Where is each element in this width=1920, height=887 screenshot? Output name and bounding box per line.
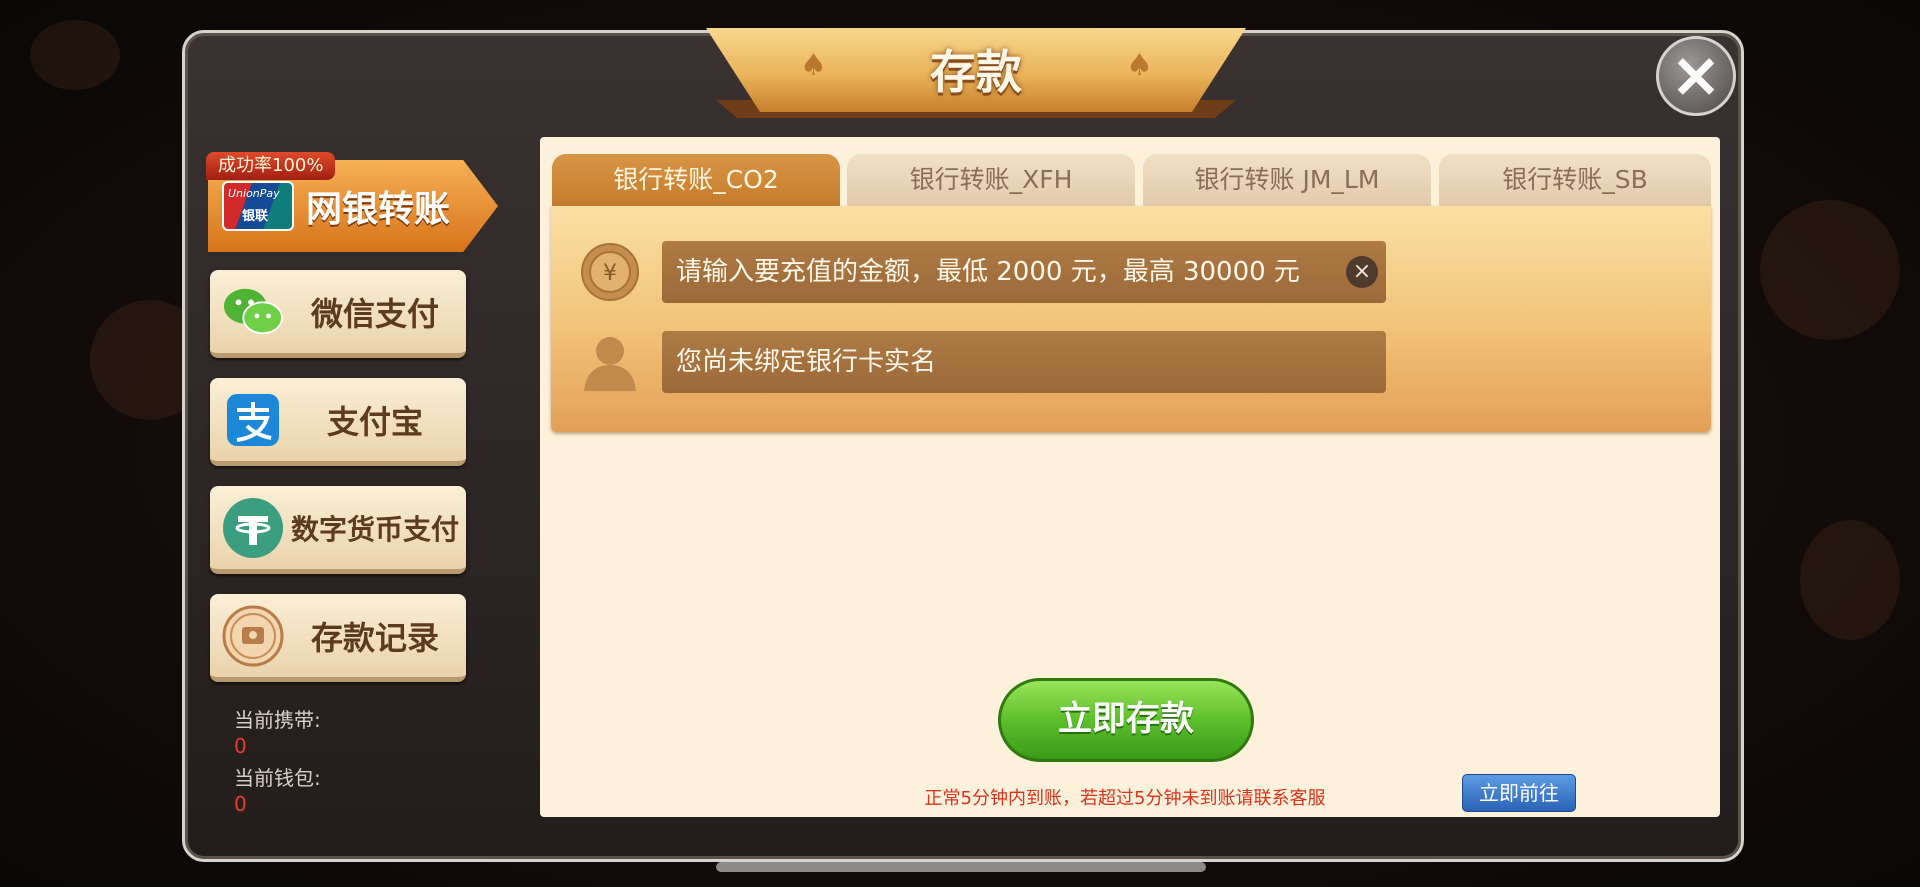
clear-icon[interactable]: ×	[1346, 256, 1378, 288]
tab-bank-transfer-co2[interactable]: 银行转账_CO2	[552, 154, 840, 206]
yen-coin-icon: ¥	[580, 242, 640, 306]
sidebar-item-label: 微信支付	[310, 294, 439, 333]
user-icon	[580, 333, 640, 395]
wechat-icon	[222, 281, 284, 343]
background-blob	[1760, 200, 1900, 340]
tab-bank-transfer-xfh[interactable]: 银行转账_XFH	[847, 154, 1135, 206]
sidebar-item-label: 数字货币支付	[290, 512, 459, 546]
alipay-icon	[222, 389, 284, 451]
wallet-value: 0	[234, 792, 247, 816]
background-blob	[30, 20, 120, 90]
sidebar-item-deposit-record[interactable]: 存款记录	[210, 594, 466, 682]
real-name-field[interactable]: 您尚未绑定银行卡实名	[662, 331, 1386, 393]
dialog-title: 存款	[930, 45, 1022, 99]
record-icon	[222, 605, 284, 667]
wallet-label: 当前钱包:	[234, 766, 321, 790]
background-blob	[1800, 520, 1900, 640]
carry-value: 0	[234, 734, 247, 758]
deposit-now-button[interactable]: 立即存款	[998, 678, 1254, 762]
home-indicator[interactable]	[716, 862, 1206, 872]
amount-input[interactable]: 请输入要充值的金额，最低 2000 元，最高 30000 元	[662, 241, 1386, 303]
close-button[interactable]: ×	[1656, 36, 1736, 116]
deposit-form	[551, 206, 1711, 432]
sidebar-item-alipay[interactable]: 支付宝	[210, 378, 466, 466]
tab-bank-transfer-jm-lm[interactable]: 银行转账 JM_LM	[1143, 154, 1431, 206]
tab-bank-transfer-sb[interactable]: 银行转账_SB	[1439, 154, 1711, 206]
unionpay-icon: UnionPay 银联	[222, 181, 294, 231]
tether-icon	[222, 497, 284, 559]
close-icon: ×	[1670, 38, 1722, 111]
svg-text:¥: ¥	[603, 261, 617, 286]
carry-label: 当前携带:	[234, 708, 321, 732]
go-now-button[interactable]: 立即前往	[1462, 774, 1576, 812]
arrival-notice: 正常5分钟内到账，若超过5分钟未到账请联系客服	[924, 788, 1326, 809]
success-rate-badge: 成功率100%	[206, 152, 336, 180]
sidebar-item-wechat-pay[interactable]: 微信支付	[210, 270, 466, 358]
sidebar-item-label: 存款记录	[310, 618, 439, 657]
sidebar-item-label: 网银转账	[306, 189, 451, 230]
sidebar-item-label: 支付宝	[326, 402, 423, 441]
sidebar-item-crypto-pay[interactable]: 数字货币支付	[210, 486, 466, 574]
